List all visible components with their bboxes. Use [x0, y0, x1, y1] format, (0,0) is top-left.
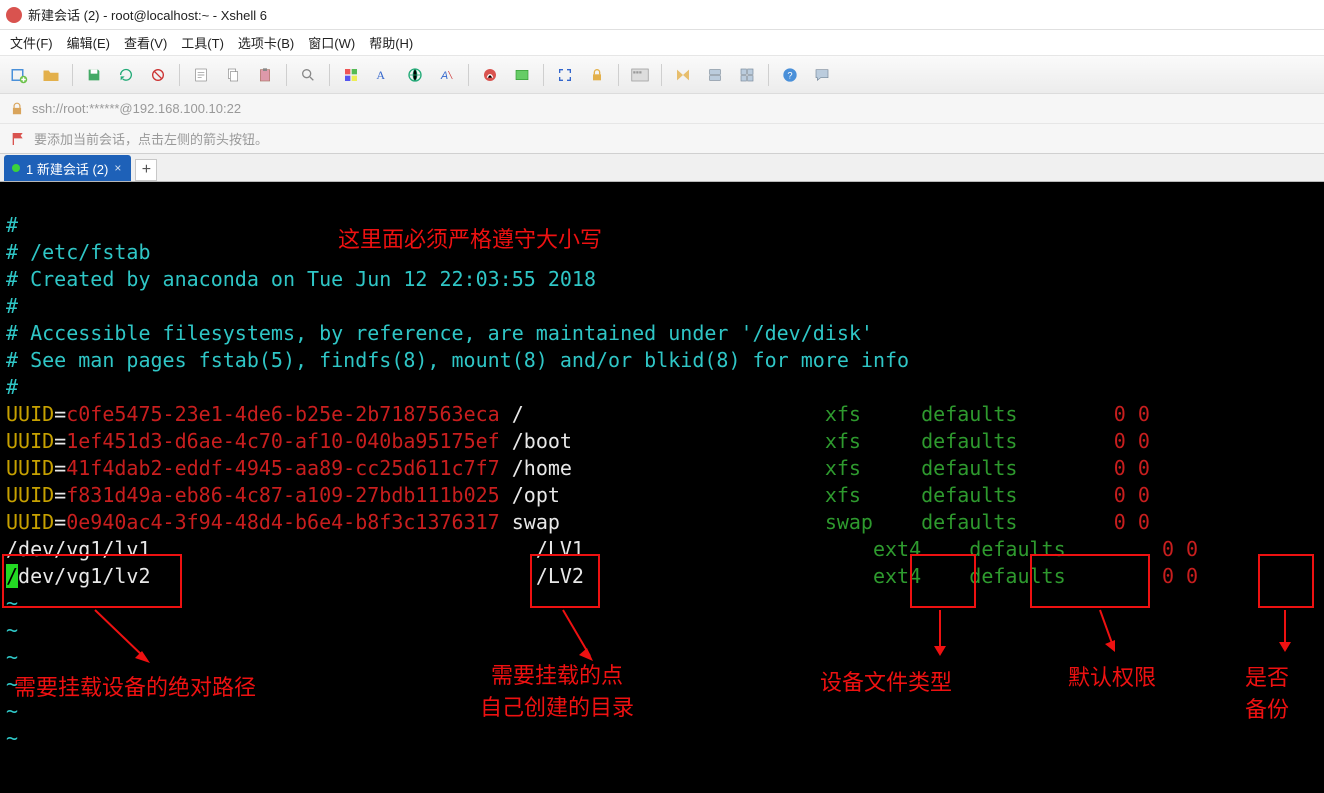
toolbar-separator — [618, 64, 619, 86]
encoding-icon[interactable] — [404, 64, 426, 86]
toolbar-separator — [72, 64, 73, 86]
close-tab-icon[interactable]: × — [114, 161, 121, 175]
tile-g-icon[interactable] — [736, 64, 758, 86]
transparency-icon[interactable]: A — [436, 64, 458, 86]
svg-text:?: ? — [787, 70, 792, 80]
app-icon — [6, 7, 22, 23]
reconnect-icon[interactable] — [115, 64, 137, 86]
menu-tabs[interactable]: 选项卡(B) — [238, 33, 294, 52]
toolbar-separator — [329, 64, 330, 86]
window-title: 新建会话 (2) - root@localhost:~ - Xshell 6 — [28, 5, 267, 24]
tab-strip: 1 新建会话 (2) × + — [0, 154, 1324, 182]
lock-icon — [10, 102, 24, 116]
toolbar-separator — [768, 64, 769, 86]
highlight-box-mount-point — [530, 554, 600, 608]
toolbar-separator — [286, 64, 287, 86]
annotation-device-path: 需要挂载设备的绝对路径 — [14, 670, 256, 702]
address-bar: ssh://root:******@192.168.100.10:22 — [0, 94, 1324, 124]
feedback-icon[interactable] — [811, 64, 833, 86]
new-session-icon[interactable] — [8, 64, 30, 86]
annotation-fstype: 设备文件类型 — [820, 665, 952, 697]
tile-h-icon[interactable] — [672, 64, 694, 86]
color-scheme-icon[interactable] — [340, 64, 362, 86]
highlight-box-device-path — [2, 554, 182, 608]
xagent-icon[interactable] — [479, 64, 501, 86]
hint-text: 要添加当前会话，点击左侧的箭头按钮。 — [34, 129, 268, 148]
paste-icon[interactable] — [254, 64, 276, 86]
help-icon[interactable]: ? — [779, 64, 801, 86]
toolbar-separator — [179, 64, 180, 86]
toolbar: A A? — [0, 56, 1324, 94]
menu-tools[interactable]: 工具(T) — [181, 33, 224, 52]
menu-view[interactable]: 查看(V) — [124, 33, 167, 52]
disconnect-icon[interactable] — [147, 64, 169, 86]
status-dot-icon — [12, 164, 20, 172]
copy-icon[interactable] — [222, 64, 244, 86]
annotation-mount-point: 需要挂载的点 自己创建的目录 — [480, 658, 634, 722]
svg-text:A: A — [440, 70, 448, 82]
add-tab-button[interactable]: + — [135, 159, 157, 181]
toolbar-separator — [543, 64, 544, 86]
save-icon[interactable] — [83, 64, 105, 86]
svg-text:A: A — [376, 68, 385, 82]
highlight-box-fstype — [910, 554, 976, 608]
menu-help[interactable]: 帮助(H) — [369, 33, 413, 52]
open-icon[interactable] — [40, 64, 62, 86]
session-tab[interactable]: 1 新建会话 (2) × — [4, 155, 131, 181]
address-text[interactable]: ssh://root:******@192.168.100.10:22 — [32, 101, 241, 116]
font-icon[interactable]: A — [372, 64, 394, 86]
annotation-case-sensitive: 这里面必须严格遵守大小写 — [338, 222, 602, 254]
menu-edit[interactable]: 编辑(E) — [67, 33, 110, 52]
title-bar: 新建会话 (2) - root@localhost:~ - Xshell 6 — [0, 0, 1324, 30]
menu-bar: 文件(F) 编辑(E) 查看(V) 工具(T) 选项卡(B) 窗口(W) 帮助(… — [0, 30, 1324, 56]
properties-icon[interactable] — [190, 64, 212, 86]
search-icon[interactable] — [297, 64, 319, 86]
toolbar-separator — [661, 64, 662, 86]
xftp-icon[interactable] — [511, 64, 533, 86]
highlight-box-dump-pass — [1258, 554, 1314, 608]
menu-file[interactable]: 文件(F) — [10, 33, 53, 52]
toolbar-separator — [468, 64, 469, 86]
compose-bar-icon[interactable] — [629, 64, 651, 86]
fullscreen-icon[interactable] — [554, 64, 576, 86]
annotation-dump: 是否 备份 — [1245, 660, 1289, 724]
flag-icon — [10, 131, 26, 147]
session-tab-label: 1 新建会话 (2) — [26, 159, 108, 178]
annotation-options: 默认权限 — [1068, 660, 1156, 692]
lock-icon[interactable] — [586, 64, 608, 86]
menu-window[interactable]: 窗口(W) — [308, 33, 355, 52]
highlight-box-options — [1030, 554, 1150, 608]
tile-v-icon[interactable] — [704, 64, 726, 86]
hint-bar: 要添加当前会话，点击左侧的箭头按钮。 — [0, 124, 1324, 154]
